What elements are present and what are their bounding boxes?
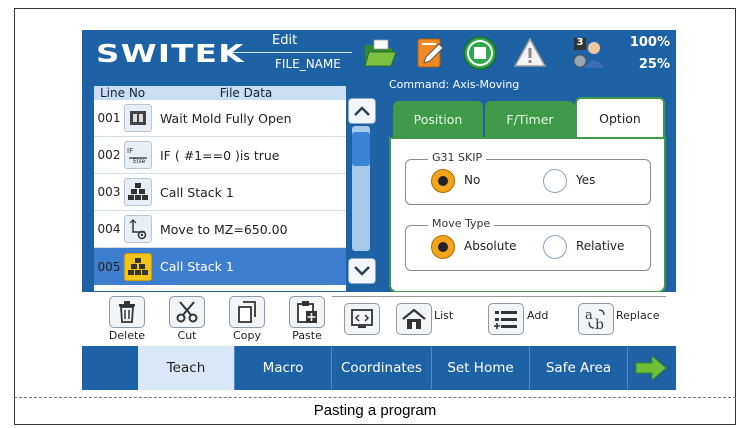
if-else-icon: IF Else bbox=[124, 141, 152, 169]
command-readout: Command: Axis-Moving bbox=[389, 78, 519, 91]
table-row[interactable]: 003 Call Stack 1 bbox=[94, 174, 346, 211]
g31-no-radio[interactable] bbox=[431, 169, 455, 193]
copy-button[interactable] bbox=[229, 296, 265, 328]
g31-skip-group: G31 SKIP No Yes bbox=[405, 151, 651, 205]
g31-no-label: No bbox=[464, 173, 481, 187]
list-button[interactable] bbox=[396, 303, 432, 335]
col-file-data: File Data bbox=[219, 86, 273, 100]
table-row[interactable]: 004 Move to MZ=650.00 bbox=[94, 211, 346, 248]
command-label: Command: bbox=[389, 78, 450, 91]
tab-set-home[interactable]: Set Home bbox=[432, 346, 530, 390]
paste-icon bbox=[297, 301, 317, 323]
row-text: Wait Mold Fully Open bbox=[160, 110, 292, 126]
table-row[interactable]: 001 Wait Mold Fully Open bbox=[94, 100, 346, 137]
g31-yes-radio[interactable] bbox=[543, 169, 567, 193]
header-divider bbox=[232, 52, 352, 53]
stop-button-icon[interactable] bbox=[462, 35, 498, 71]
tab-coordinates[interactable]: Coordinates bbox=[332, 346, 432, 390]
line-number: 005 bbox=[97, 259, 121, 274]
paste-button[interactable] bbox=[289, 296, 325, 328]
list-label: List bbox=[434, 309, 454, 322]
replace-label: Replace bbox=[616, 309, 660, 322]
move-relative-label: Relative bbox=[576, 239, 625, 253]
delete-button[interactable] bbox=[109, 296, 145, 328]
svg-text:a: a bbox=[585, 308, 593, 323]
move-absolute-radio[interactable] bbox=[431, 235, 455, 259]
brand-logo: SWITEK bbox=[96, 39, 245, 68]
add-label: Add bbox=[527, 309, 549, 322]
command-options-panel: Position F/Timer Option G31 SKIP No Yes … bbox=[389, 93, 666, 293]
copy-icon bbox=[238, 301, 256, 323]
caption-divider bbox=[14, 397, 736, 398]
svg-text:IF: IF bbox=[127, 147, 133, 155]
tab-ftimer[interactable]: F/Timer bbox=[485, 101, 575, 137]
edit-file-icon[interactable] bbox=[412, 35, 448, 71]
bottom-nav: Teach Macro Coordinates Set Home Safe Ar… bbox=[82, 346, 676, 390]
move-absolute-label: Absolute bbox=[464, 239, 517, 253]
tab-position[interactable]: Position bbox=[393, 101, 483, 137]
warning-icon[interactable] bbox=[512, 35, 548, 71]
edit-toolbar: Delete Cut Copy Paste List Add ab Replac… bbox=[82, 292, 676, 346]
scrollbar-thumb[interactable] bbox=[352, 132, 370, 166]
monitor-code-icon bbox=[351, 309, 373, 328]
call-stack-icon bbox=[124, 178, 152, 206]
move-type-label: Move Type bbox=[428, 217, 495, 230]
g31-skip-label: G31 SKIP bbox=[428, 151, 487, 164]
tab-teach[interactable]: Teach bbox=[138, 346, 235, 390]
program-table: Line No File Data 001 Wait Mold Fully Op… bbox=[94, 86, 346, 291]
figure-caption: Pasting a program bbox=[313, 402, 437, 419]
command-value: Axis-Moving bbox=[452, 78, 520, 91]
move-relative-radio[interactable] bbox=[543, 235, 567, 259]
line-number: 001 bbox=[97, 111, 121, 125]
mold-wait-icon bbox=[124, 104, 152, 132]
line-number: 003 bbox=[97, 185, 121, 199]
option-tab-body: G31 SKIP No Yes Move Type Absolute Relat… bbox=[389, 137, 666, 293]
replace-icon: ab bbox=[585, 308, 605, 331]
trash-icon bbox=[119, 301, 135, 323]
scroll-up-button[interactable] bbox=[348, 98, 376, 124]
g31-yes-label: Yes bbox=[576, 173, 596, 187]
toolbar-divider bbox=[332, 296, 666, 297]
file-name: FILE_NAME bbox=[275, 57, 341, 71]
cut-button[interactable] bbox=[169, 296, 205, 328]
screen-toggle-button[interactable] bbox=[344, 303, 380, 335]
scissors-icon bbox=[176, 301, 198, 323]
paste-label: Paste bbox=[292, 329, 322, 342]
call-stack-icon bbox=[124, 252, 152, 281]
replace-button[interactable]: ab bbox=[578, 303, 614, 335]
row-text: Call Stack 1 bbox=[160, 184, 234, 200]
cut-label: Cut bbox=[177, 329, 197, 342]
delete-label: Delete bbox=[108, 329, 146, 342]
row-text: Move to MZ=650.00 bbox=[160, 221, 288, 237]
speed-percent-bottom: 25% bbox=[638, 57, 670, 72]
copy-label: Copy bbox=[233, 329, 261, 342]
open-folder-icon[interactable] bbox=[362, 35, 398, 71]
move-axis-icon bbox=[124, 215, 152, 243]
tab-safe-area[interactable]: Safe Area bbox=[530, 346, 628, 390]
row-text: Call Stack 1 bbox=[160, 259, 234, 274]
speed-percent-top: 100% bbox=[629, 35, 670, 50]
mode-label: Edit bbox=[272, 33, 298, 48]
move-type-group: Move Type Absolute Relative bbox=[405, 217, 651, 271]
next-page-arrow-icon[interactable] bbox=[634, 354, 668, 382]
table-row-selected[interactable]: 005 Call Stack 1 bbox=[94, 248, 346, 285]
chevron-down-icon bbox=[354, 266, 370, 276]
scroll-down-button[interactable] bbox=[348, 258, 376, 284]
user-level-badge: 3 bbox=[576, 37, 584, 48]
col-line-no: Line No bbox=[100, 86, 146, 100]
chevron-up-icon bbox=[354, 106, 370, 116]
table-header: Line No File Data bbox=[94, 86, 346, 100]
line-number: 002 bbox=[97, 148, 121, 162]
tab-macro[interactable]: Macro bbox=[235, 346, 332, 390]
tab-option[interactable]: Option bbox=[575, 97, 665, 137]
svg-text:Else: Else bbox=[133, 158, 146, 165]
line-number: 004 bbox=[97, 222, 121, 236]
row-text: IF ( #1==0 )is true bbox=[160, 147, 280, 163]
table-row[interactable]: 002 IF Else IF ( #1==0 )is true bbox=[94, 137, 346, 174]
add-list-icon bbox=[494, 311, 517, 329]
hmi-screen: SWITEK Edit FILE_NAME 3 100% 25% Line No… bbox=[82, 30, 676, 390]
add-button[interactable] bbox=[488, 303, 524, 335]
svg-text:b: b bbox=[595, 317, 604, 331]
home-icon bbox=[402, 308, 426, 329]
